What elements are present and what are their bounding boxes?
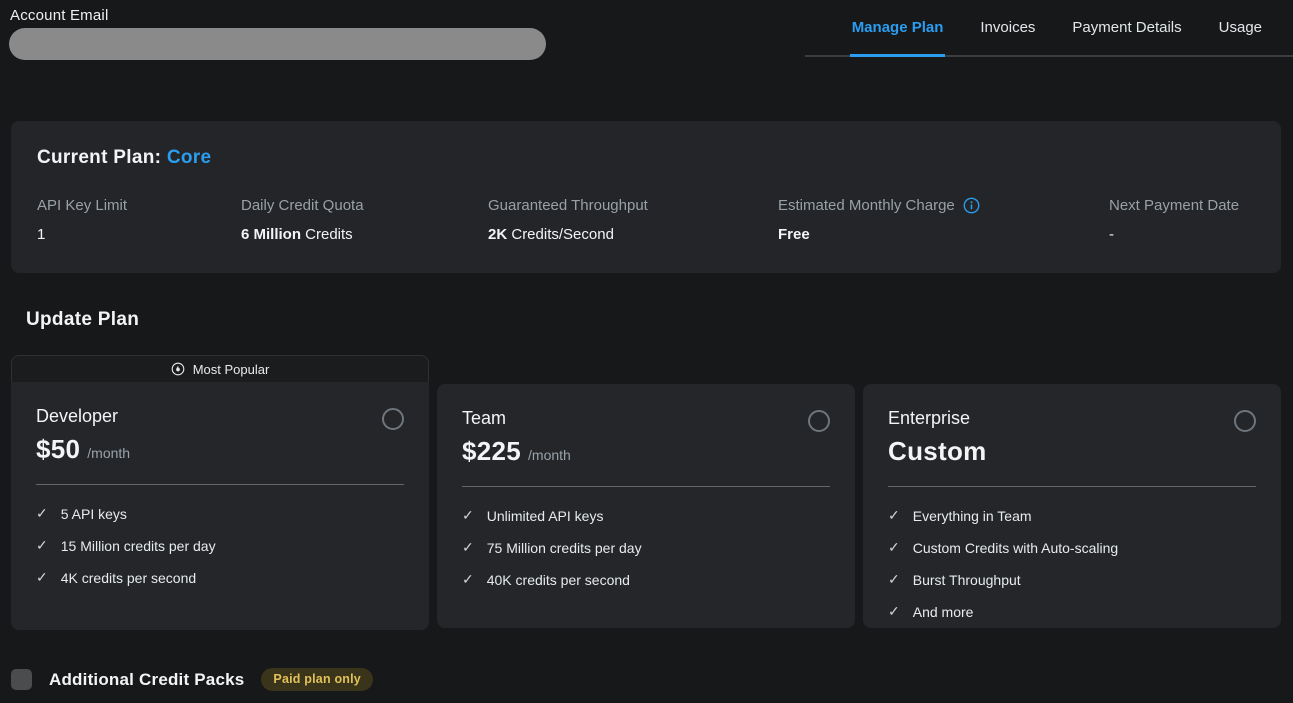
check-icon: ✓ xyxy=(462,507,474,524)
stat-api-key-limit: API Key Limit 1 xyxy=(37,197,241,243)
plan-features: ✓ Everything in Team ✓ Custom Credits with… xyxy=(888,507,1256,620)
feature-item: ✓ Custom Credits with Auto-scaling xyxy=(888,539,1256,556)
stat-label: Estimated Monthly Charge xyxy=(778,197,955,214)
tab-invoices[interactable]: Invoices xyxy=(978,0,1037,57)
stat-label: API Key Limit xyxy=(37,197,127,214)
account-email-label: Account Email xyxy=(10,7,108,24)
feature-text: 40K credits per second xyxy=(487,572,630,588)
stat-daily-credit-quota: Daily Credit Quota 6 Million Credits xyxy=(241,197,488,243)
check-icon: ✓ xyxy=(888,603,900,620)
feature-item: ✓ 15 Million credits per day xyxy=(36,537,404,554)
stat-value-bold: 2K xyxy=(488,226,507,243)
feature-item: ✓ Everything in Team xyxy=(888,507,1256,524)
divider xyxy=(462,486,830,487)
feature-item: ✓ Unlimited API keys xyxy=(462,507,830,524)
current-plan-title-prefix: Current Plan: xyxy=(37,147,167,168)
account-email-input[interactable] xyxy=(9,28,546,60)
plan-price: Custom xyxy=(888,436,987,467)
divider xyxy=(888,486,1256,487)
most-popular-label: Most Popular xyxy=(193,362,270,377)
credit-packs-label: Additional Credit Packs xyxy=(49,670,244,690)
additional-credit-packs-row: Additional Credit Packs Paid plan only xyxy=(11,668,373,691)
plan-price: $50 xyxy=(36,434,80,465)
current-plan-title: Current Plan: Core xyxy=(37,147,1255,169)
stat-guaranteed-throughput: Guaranteed Throughput 2K Credits/Second xyxy=(488,197,778,243)
tab-usage[interactable]: Usage xyxy=(1217,0,1264,57)
feature-text: Unlimited API keys xyxy=(487,508,604,524)
current-plan-stats: API Key Limit 1 Daily Credit Quota 6 Mil… xyxy=(37,197,1255,243)
paid-plan-only-badge: Paid plan only xyxy=(261,668,373,691)
tab-payment-details[interactable]: Payment Details xyxy=(1070,0,1183,57)
feature-text: And more xyxy=(913,604,974,620)
plan-card-team[interactable]: Team $225 /month ✓ Unlimited API keys ✓ 75… xyxy=(437,384,855,628)
plan-features: ✓5 API keys ✓15 Million credits per day … xyxy=(36,505,404,586)
feature-item: ✓ 40K credits per second xyxy=(462,571,830,588)
check-icon: ✓ xyxy=(462,571,474,588)
current-plan-card: Current Plan: Core API Key Limit 1 Daily… xyxy=(11,121,1281,273)
plan-name: Team xyxy=(462,408,571,429)
check-icon: ✓ xyxy=(462,539,474,556)
stat-value: Credits xyxy=(301,226,353,243)
plan-radio-developer[interactable] xyxy=(382,408,404,430)
plan-price-suffix: /month xyxy=(528,447,571,463)
check-icon: ✓ xyxy=(36,569,48,586)
feature-text: Custom Credits with Auto-scaling xyxy=(913,540,1118,556)
plan-name: Enterprise xyxy=(888,408,987,429)
billing-tabbar: Manage Plan Invoices Payment Details Usa… xyxy=(805,0,1293,57)
most-popular-badge: Most Popular xyxy=(11,355,429,382)
stat-label: Daily Credit Quota xyxy=(241,197,364,214)
feature-text: Everything in Team xyxy=(913,508,1032,524)
check-icon: ✓ xyxy=(888,507,900,524)
stat-next-payment-date: Next Payment Date - xyxy=(1109,197,1255,243)
stat-value: Credits/Second xyxy=(507,226,614,243)
plan-card-enterprise[interactable]: Enterprise Custom ✓ Everything in Team ✓ C… xyxy=(863,384,1281,628)
feature-item: ✓ 4K credits per second xyxy=(36,569,404,586)
feature-text: 75 Million credits per day xyxy=(487,540,642,556)
feature-item: ✓ 75 Million credits per day xyxy=(462,539,830,556)
plan-price-suffix: /month xyxy=(87,445,130,461)
plan-price: $225 xyxy=(462,436,521,467)
plan-card-developer[interactable]: Developer $50 /month ✓ 5 API keys ✓ 15 Mil… xyxy=(11,382,429,630)
feature-text: 4K credits per second xyxy=(61,570,196,586)
feature-text: 15 Million credits per day xyxy=(61,538,216,554)
stat-value: 1 xyxy=(37,226,45,243)
credit-packs-checkbox[interactable] xyxy=(11,669,32,690)
plan-name: Developer xyxy=(36,406,130,427)
update-plan-heading: Update Plan xyxy=(26,309,139,331)
info-circle-icon[interactable] xyxy=(963,197,980,214)
plan-radio-enterprise[interactable] xyxy=(1234,410,1256,432)
check-icon: ✓ xyxy=(888,571,900,588)
stat-value-bold: Free xyxy=(778,226,810,243)
check-icon: ✓ xyxy=(36,505,48,522)
stat-label: Next Payment Date xyxy=(1109,197,1239,214)
feature-item: ✓ And more xyxy=(888,603,1256,620)
feature-item: ✓ Burst Throughput xyxy=(888,571,1256,588)
stat-value: - xyxy=(1109,226,1114,243)
current-plan-name: Core xyxy=(167,147,212,168)
feature-text: 5 API keys xyxy=(61,506,127,522)
stat-label: Guaranteed Throughput xyxy=(488,197,648,214)
tab-manage-plan[interactable]: Manage Plan xyxy=(850,0,946,57)
plan-radio-team[interactable] xyxy=(808,410,830,432)
check-icon: ✓ xyxy=(888,539,900,556)
stat-value-bold: 6 Million xyxy=(241,226,301,243)
feature-item: ✓ 5 API keys xyxy=(36,505,404,522)
feature-text: Burst Throughput xyxy=(913,572,1021,588)
stat-estimated-monthly-charge: Estimated Monthly Charge Free xyxy=(778,197,1109,243)
flame-icon xyxy=(171,362,185,376)
divider xyxy=(36,484,404,485)
check-icon: ✓ xyxy=(36,537,48,554)
plan-features: ✓ Unlimited API keys ✓ 75 Million credits … xyxy=(462,507,830,588)
